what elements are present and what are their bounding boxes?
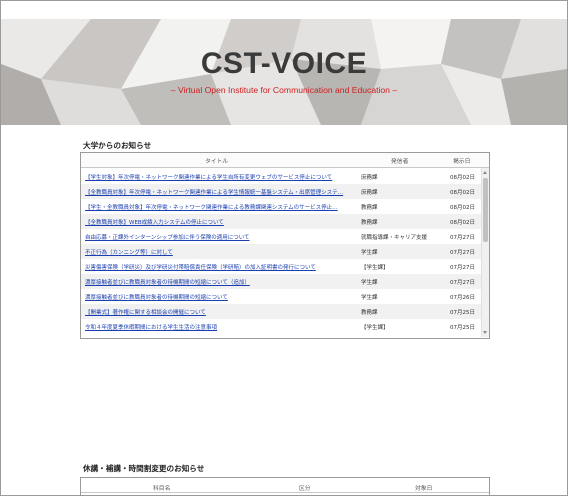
column-header-target-date: 対象日: [415, 486, 433, 492]
news-dept: 庶務課: [361, 175, 378, 181]
news-rows: 【学生対象】年次停電・ネットワーク関連作業による学生自所有変更ウェブのサービス停…: [81, 169, 481, 334]
news-dept: 庶務課: [361, 190, 378, 196]
news-heading: 大学からのお知らせ: [83, 141, 152, 150]
column-header-type: 区分: [299, 486, 311, 492]
news-date: 07月27日: [450, 235, 475, 241]
news-dept: 学生課: [361, 280, 378, 286]
news-dept: 教務課: [361, 220, 378, 226]
table-row: 【全教職員対象】WEB成績入力システムの停止について 教務課 08月02日: [81, 214, 481, 229]
news-link[interactable]: 濃厚接触者並びに教職員対象者の待機期間の短縮について（追加）: [85, 278, 349, 286]
news-link[interactable]: 濃厚接触者並びに教職員対象者の待機期間の短縮について: [85, 293, 349, 301]
news-link[interactable]: 災害傷害保険（学研災）及び学研災付帯賠償責任保険（学研賠）の加入証明書の発行につ…: [85, 263, 349, 271]
news-link[interactable]: 自由応募・正課外インターンシップ参加に伴う保険の適用について: [85, 233, 349, 241]
table-row: 濃厚接触者並びに教職員対象者の待機期間の短縮について（追加） 学生課 07月27…: [81, 274, 481, 289]
class-changes-table: 科目名 区分 対象日: [80, 477, 490, 495]
table-row: 濃厚接触者並びに教職員対象者の待機期間の短縮について 学生課 07月26日: [81, 289, 481, 304]
site-subtitle: – Virtual Open Institute for Communicati…: [170, 85, 398, 95]
news-dept: 【学生課】: [361, 325, 389, 331]
news-dept: 学生課: [361, 295, 378, 301]
page-frame: CST-VOICE – Virtual Open Institute for C…: [0, 0, 568, 496]
column-header-date: 掲示日: [453, 159, 471, 165]
news-date: 07月25日: [450, 325, 475, 331]
news-date: 08月02日: [450, 205, 475, 211]
table-row: 令和４年度夏季休暇期間における学生生活の注意事項 【学生課】 07月25日: [81, 319, 481, 334]
news-dept: 就職指導課・キャリア支援セン…: [361, 235, 427, 241]
news-link[interactable]: 【学生対象】年次停電・ネットワーク関連作業による学生自所有変更ウェブのサービス停…: [85, 173, 349, 181]
news-link[interactable]: 令和４年度夏季休暇期間における学生生活の注意事項: [85, 323, 349, 331]
table-row: 【全教職員対象】年次停電・ネットワーク関連作業による学生情報統一基盤システム・出…: [81, 184, 481, 199]
news-date: 07月27日: [450, 280, 475, 286]
column-header-course: 科目名: [153, 486, 171, 492]
news-link[interactable]: 【全教職員対象】年次停電・ネットワーク関連作業による学生情報統一基盤システム・出…: [85, 188, 349, 196]
news-link[interactable]: 不正行為（カンニング等）に対して: [85, 248, 349, 256]
hero-banner: CST-VOICE – Virtual Open Institute for C…: [1, 19, 567, 125]
column-header-title: タイトル: [205, 159, 229, 165]
news-date: 07月25日: [450, 310, 475, 316]
news-date: 07月26日: [450, 295, 475, 301]
table-row: 災害傷害保険（学研災）及び学研災付帯賠償責任保険（学研賠）の加入証明書の発行につ…: [81, 259, 481, 274]
column-header-dept: 発信者: [391, 159, 409, 165]
header-divider: [81, 492, 489, 493]
news-date: 07月27日: [450, 265, 475, 271]
news-link[interactable]: 【全教職員対象】WEB成績入力システムの停止について: [85, 218, 349, 226]
news-date: 07月27日: [450, 250, 475, 256]
class-changes-heading: 休講・補講・時間割変更のお知らせ: [83, 464, 205, 473]
news-date: 08月02日: [450, 220, 475, 226]
table-row: 不正行為（カンニング等）に対して 学生課 07月27日: [81, 244, 481, 259]
table-row: 【学生・全教職員対象】年次停電・ネットワーク関連作業による教務課関連システムのサ…: [81, 199, 481, 214]
table-row: 自由応募・正課外インターンシップ参加に伴う保険の適用について 就職指導課・キャリ…: [81, 229, 481, 244]
scroll-down-arrow-icon[interactable]: [483, 331, 487, 334]
site-title: CST-VOICE: [200, 47, 368, 80]
news-date: 08月02日: [450, 190, 475, 196]
table-row: 【学生対象】年次停電・ネットワーク関連作業による学生自所有変更ウェブのサービス停…: [81, 169, 481, 184]
news-link[interactable]: 【学生・全教職員対象】年次停電・ネットワーク関連作業による教務課関連システムのサ…: [85, 203, 349, 211]
table-row: 【開業式】著作権に関する相談会の開催について 教務課 07月25日: [81, 304, 481, 319]
news-dept: 【学生課】: [361, 265, 389, 271]
scroll-thumb[interactable]: [483, 178, 488, 242]
scroll-up-arrow-icon[interactable]: [483, 171, 487, 174]
news-date: 08月02日: [450, 175, 475, 181]
news-dept: 学生課: [361, 250, 378, 256]
news-table-header: タイトル 発信者 掲示日: [81, 153, 489, 168]
news-dept: 教務課: [361, 205, 378, 211]
news-scrollbar[interactable]: [481, 168, 489, 337]
news-link[interactable]: 【開業式】著作権に関する相談会の開催について: [85, 308, 349, 316]
news-dept: 教務課: [361, 310, 378, 316]
news-table: タイトル 発信者 掲示日 【学生対象】年次停電・ネットワーク関連作業による学生自…: [80, 152, 490, 339]
